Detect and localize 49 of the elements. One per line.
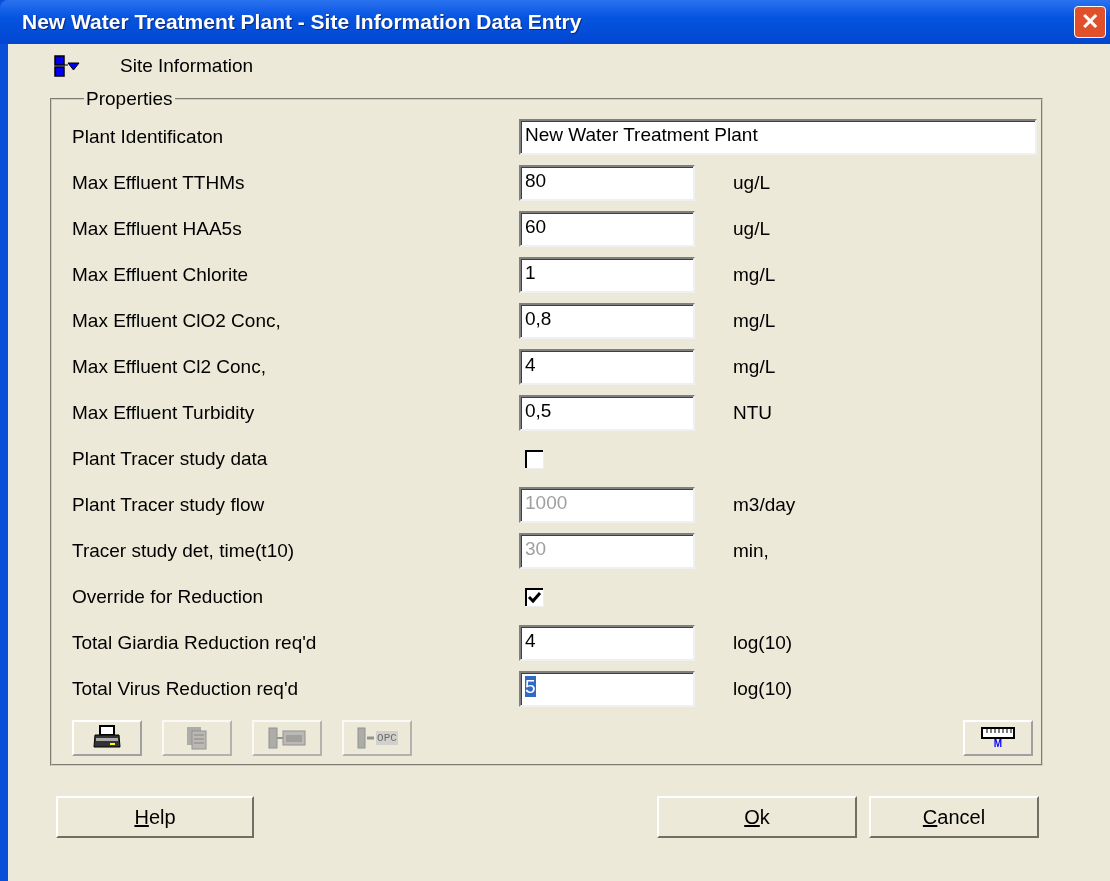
input-field[interactable]: 80 — [519, 165, 695, 201]
field-label: Total Virus Reduction req'd — [72, 678, 300, 700]
unit-label: ug/L — [733, 172, 770, 194]
unit-label: mg/L — [733, 264, 776, 286]
input-field[interactable]: 1 — [519, 257, 695, 293]
export-arrow-icon — [356, 726, 377, 750]
input-field[interactable]: 4 — [519, 625, 695, 661]
input-field[interactable]: 0,5 — [519, 395, 695, 431]
ok-button[interactable]: Ok — [657, 796, 857, 838]
ruler-button[interactable]: M — [963, 720, 1033, 756]
field-label: Max Effluent TTHMs — [72, 172, 246, 194]
printer-icon — [92, 725, 122, 751]
input-field[interactable]: 60 — [519, 211, 695, 247]
field-label: Tracer study det, time(t10) — [72, 540, 296, 562]
input-field[interactable]: 0,8 — [519, 303, 695, 339]
field-label: Max Effluent ClO2 Conc, — [72, 310, 282, 332]
field-label: Max Effluent HAA5s — [72, 218, 243, 240]
checkbox[interactable] — [525, 587, 544, 607]
field-label: Max Effluent Turbidity — [72, 402, 256, 424]
field-label: Max Effluent Chlorite — [72, 264, 249, 286]
group-title: Properties — [85, 88, 174, 110]
input-field[interactable]: 5 — [519, 671, 695, 707]
section-title: Site Information — [120, 55, 254, 77]
unit-label: mg/L — [733, 356, 776, 378]
hierarchy-icon — [54, 55, 80, 77]
unit-label: log(10) — [733, 632, 793, 654]
unit-label: min, — [733, 540, 769, 562]
unit-label: NTU — [733, 402, 773, 424]
ruler-icon — [981, 727, 1015, 739]
field-label: Override for Reduction — [72, 586, 265, 608]
field-label: Max Effluent Cl2 Conc, — [72, 356, 267, 378]
field-label: Plant Identificaton — [72, 126, 225, 148]
checkbox[interactable] — [525, 449, 544, 469]
window-title: New Water Treatment Plant - Site Information Data Entry — [22, 10, 583, 34]
field-label: Plant Tracer study data — [72, 448, 269, 470]
help-button[interactable]: Help — [56, 796, 254, 838]
panel-window-icon — [267, 726, 307, 750]
print-button[interactable] — [72, 720, 142, 756]
unit-label: m3/day — [733, 494, 796, 516]
close-button[interactable]: ✕ — [1074, 6, 1106, 38]
unit-label: mg/L — [733, 310, 776, 332]
input-field[interactable]: 4 — [519, 349, 695, 385]
unit-label: log(10) — [733, 678, 793, 700]
cancel-button[interactable]: Cancel — [869, 796, 1039, 838]
field-label: Plant Tracer study flow — [72, 494, 266, 516]
documents-icon — [184, 725, 210, 751]
field-label: Total Giardia Reduction req'd — [72, 632, 318, 654]
unit-label: ug/L — [733, 218, 770, 240]
input-field[interactable]: New Water Treatment Plant — [519, 119, 1037, 155]
